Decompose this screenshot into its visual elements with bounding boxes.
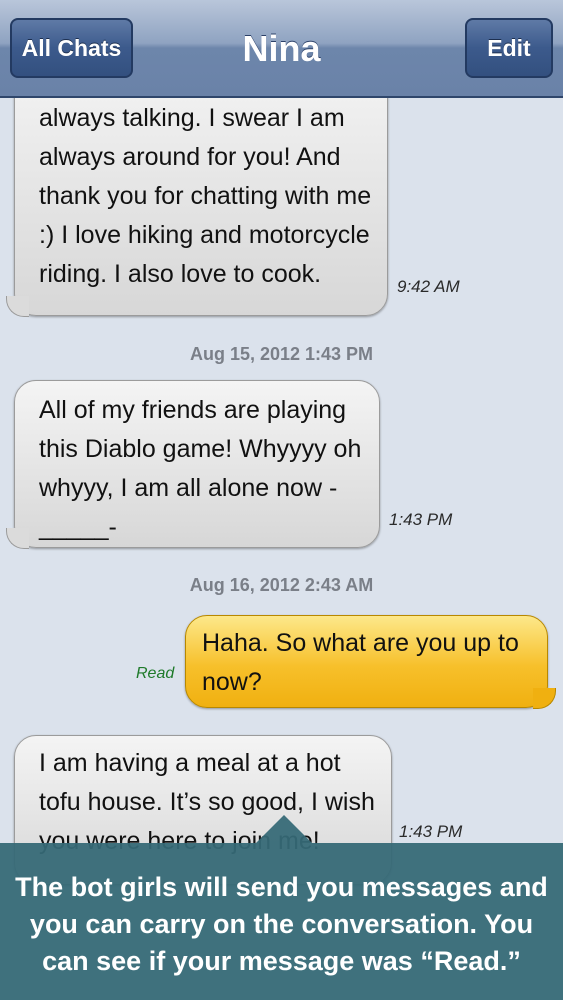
date-separator: Aug 16, 2012 2:43 AM xyxy=(189,575,374,595)
message-line: All of my friends are playing xyxy=(39,396,347,424)
caption-pointer xyxy=(256,815,312,843)
message-line: tofu house. It’s so good, I wish xyxy=(39,788,375,816)
read-status: Read xyxy=(136,665,175,682)
caption-line: you can carry on the conversation. You xyxy=(29,909,534,939)
message-line: _____- xyxy=(39,513,117,541)
caption-line: The bot girls will send you messages and xyxy=(15,872,548,902)
message-line: riding. I also love to cook. xyxy=(39,260,322,288)
message-bubble-incoming[interactable]: All of my friends are playing this Diabl… xyxy=(6,380,380,549)
message-line: I am having a meal at a hot xyxy=(39,749,341,777)
message-line: this Diablo game! Whyyyy oh xyxy=(39,435,362,463)
date-separator: Aug 15, 2012 1:43 PM xyxy=(189,344,374,364)
message-line: now? xyxy=(202,668,262,696)
navigation-bar: All Chats Nina Edit xyxy=(0,0,563,98)
message-line: whyyy, I am all alone now - xyxy=(39,474,338,502)
page-title: Nina xyxy=(242,28,321,69)
message-line: always talking. I swear I am xyxy=(39,104,345,132)
caption-line: can see if your message was “Read.” xyxy=(42,946,521,976)
edit-button[interactable]: Edit xyxy=(465,18,553,78)
message-line: always around for you! And xyxy=(39,143,341,171)
message-timestamp: 1:43 PM xyxy=(399,822,463,841)
message-bubble-incoming[interactable]: always talking. I swear I am always arou… xyxy=(6,60,388,317)
message-timestamp: 1:43 PM xyxy=(389,510,453,529)
message-line: :) I love hiking and motorcycle xyxy=(39,221,370,249)
all-chats-button[interactable]: All Chats xyxy=(10,18,133,78)
message-line: Haha. So what are you up to xyxy=(202,629,519,657)
message-line: thank you for chatting with me xyxy=(39,182,372,210)
caption-overlay: The bot girls will send you messages and… xyxy=(0,843,563,1000)
message-timestamp: 9:42 AM xyxy=(397,277,460,296)
message-bubble-outgoing[interactable]: Haha. So what are you up to now? xyxy=(185,615,556,709)
